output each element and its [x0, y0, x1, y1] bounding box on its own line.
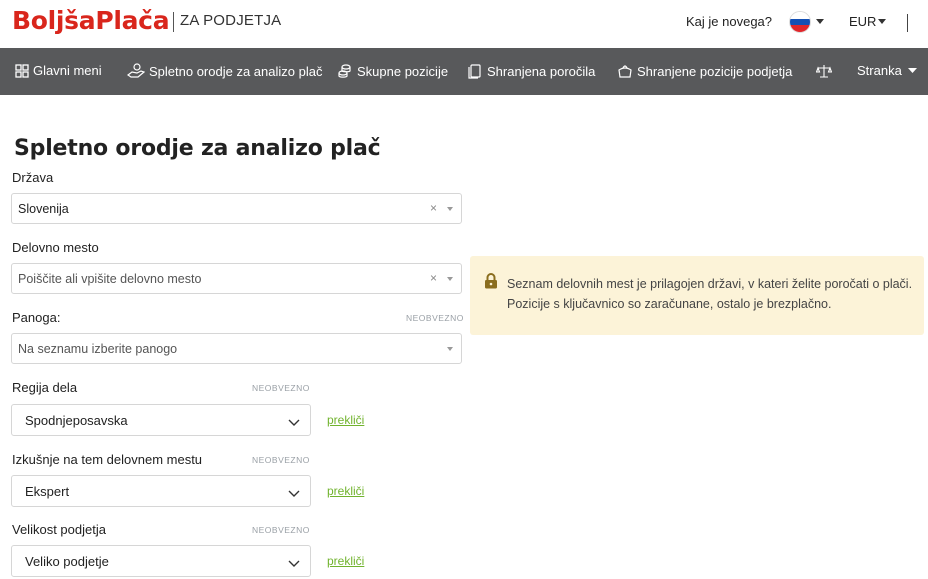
brand-subtitle: ZA PODJETJA — [180, 12, 282, 29]
dropdown-arrow-icon[interactable] — [447, 347, 453, 351]
position-search-select[interactable]: Poiščite ali vpišite delovno mesto × — [11, 263, 462, 294]
region-cancel-link[interactable]: prekliči — [327, 413, 364, 427]
region-value: Spodnjeposavska — [25, 413, 128, 428]
lock-icon — [484, 273, 498, 294]
optional-tag: NEOBVEZNO — [252, 383, 310, 393]
language-caret-icon[interactable] — [816, 19, 824, 24]
hand-coin-icon — [127, 63, 145, 79]
optional-tag: NEOBVEZNO — [406, 313, 464, 323]
nav-main-menu[interactable]: Glavni meni — [15, 63, 102, 78]
clear-icon[interactable]: × — [430, 271, 437, 285]
nav-saved-company-positions[interactable]: Shranjene pozicije podjetja — [617, 63, 792, 79]
country-label: Država — [12, 170, 54, 185]
industry-placeholder: Na seznamu izberite panogo — [18, 342, 178, 356]
nav-label: Shranjena poročila — [487, 63, 596, 79]
region-label: Regija dela — [12, 380, 78, 395]
company-size-value: Veliko podjetje — [25, 554, 109, 569]
company-size-cancel-link[interactable]: prekliči — [327, 554, 364, 568]
experience-label: Izkušnje na tem delovnem mestu — [12, 452, 203, 467]
chevron-down-icon — [907, 67, 917, 74]
nav-label: Shranjene pozicije podjetja — [637, 63, 793, 79]
brand-logo[interactable]: BoljšaPlača — [12, 6, 170, 35]
experience-value: Ekspert — [25, 484, 70, 499]
chevron-down-icon — [288, 555, 300, 573]
country-select[interactable]: Slovenija × — [11, 193, 462, 224]
experience-cancel-link[interactable]: prekliči — [327, 484, 364, 498]
country-value: Slovenija — [18, 202, 69, 216]
company-size-select[interactable]: Veliko podjetje — [11, 545, 311, 577]
currency-selector[interactable]: EUR — [849, 14, 876, 29]
nav-label: Spletno orodje za analizo plač — [149, 63, 323, 79]
optional-tag: NEOBVEZNO — [252, 455, 310, 465]
nav-shared-positions[interactable]: Skupne pozicije — [337, 63, 448, 79]
dropdown-arrow-icon[interactable] — [447, 207, 453, 211]
scales-icon — [816, 63, 832, 79]
nav-label: Stranka — [857, 63, 902, 78]
position-label: Delovno mesto — [12, 240, 99, 255]
dropdown-arrow-icon[interactable] — [447, 277, 453, 281]
grid-icon — [15, 63, 29, 78]
chevron-down-icon — [288, 414, 300, 432]
industry-select[interactable]: Na seznamu izberite panogo — [11, 333, 462, 364]
info-text: Seznam delovnih mest je prilagojen držav… — [507, 277, 913, 311]
position-placeholder: Poiščite ali vpišite delovno mesto — [18, 272, 202, 286]
optional-tag: NEOBVEZNO — [252, 525, 310, 535]
header-divider — [907, 14, 908, 32]
top-header: BoljšaPlača ZA PODJETJA Kaj je novega? E… — [0, 0, 928, 48]
main-navbar: Glavni meni Spletno orodje za analizo pl… — [0, 48, 928, 95]
nav-salary-tool[interactable]: Spletno orodje za analizo plač — [127, 63, 322, 79]
clear-icon[interactable]: × — [430, 201, 437, 215]
slovenia-flag-icon[interactable] — [789, 11, 811, 33]
brand-divider — [173, 12, 174, 32]
company-size-label: Velikost podjetja — [12, 522, 106, 537]
info-notice: Seznam delovnih mest je prilagojen držav… — [470, 256, 924, 335]
nav-label: Skupne pozicije — [357, 63, 449, 79]
region-select[interactable]: Spodnjeposavska — [11, 404, 311, 436]
page-title: Spletno orodje za analizo plač — [14, 136, 381, 161]
currency-caret-icon[interactable] — [878, 19, 886, 24]
nav-saved-reports[interactable]: Shranjena poročila — [467, 63, 595, 79]
coins-icon — [337, 63, 353, 79]
whats-new-link[interactable]: Kaj je novega? — [686, 14, 772, 29]
bag-icon — [617, 63, 633, 79]
nav-label: Glavni meni — [33, 63, 102, 78]
chevron-down-icon — [288, 485, 300, 503]
documents-icon — [467, 63, 483, 79]
nav-customer[interactable]: Stranka — [857, 63, 917, 78]
industry-label: Panoga: — [12, 310, 61, 325]
nav-compare[interactable] — [816, 63, 836, 79]
experience-select[interactable]: Ekspert — [11, 475, 311, 507]
